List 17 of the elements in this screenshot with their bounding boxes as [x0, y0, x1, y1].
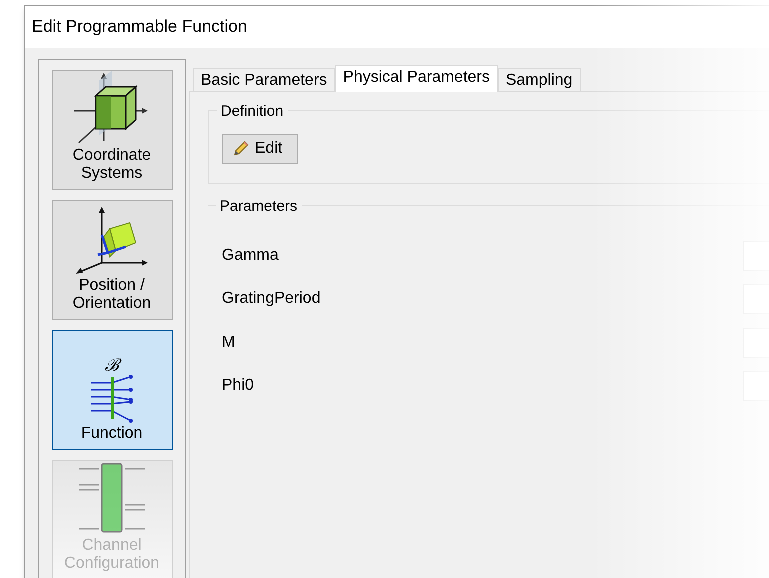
sidebar-item[interactable]: Position / Orientation [52, 200, 172, 320]
rotated-cube-axes-icon [74, 205, 150, 275]
parameter-label: Phi0 [222, 376, 254, 396]
sidebar-item[interactable]: ℬ Function [52, 330, 172, 450]
parameter-label: GratingPeriod [222, 289, 321, 310]
channel-icon [77, 463, 147, 535]
tab[interactable]: Basic Parameters [193, 68, 336, 91]
ray-grating-icon [89, 375, 135, 423]
edit-button[interactable]: Edit [222, 134, 298, 164]
parameter-label: M [222, 332, 236, 353]
window-title: Edit Programmable Function [32, 16, 248, 38]
pencil-icon [232, 140, 250, 158]
parameter-label: Gamma [222, 246, 279, 266]
tab[interactable]: Physical Parameters [335, 65, 498, 92]
sidebar-item[interactable]: Coordinate Systems [52, 70, 172, 190]
cube-axes-icon [74, 71, 150, 145]
tab[interactable]: Sampling [498, 68, 581, 91]
